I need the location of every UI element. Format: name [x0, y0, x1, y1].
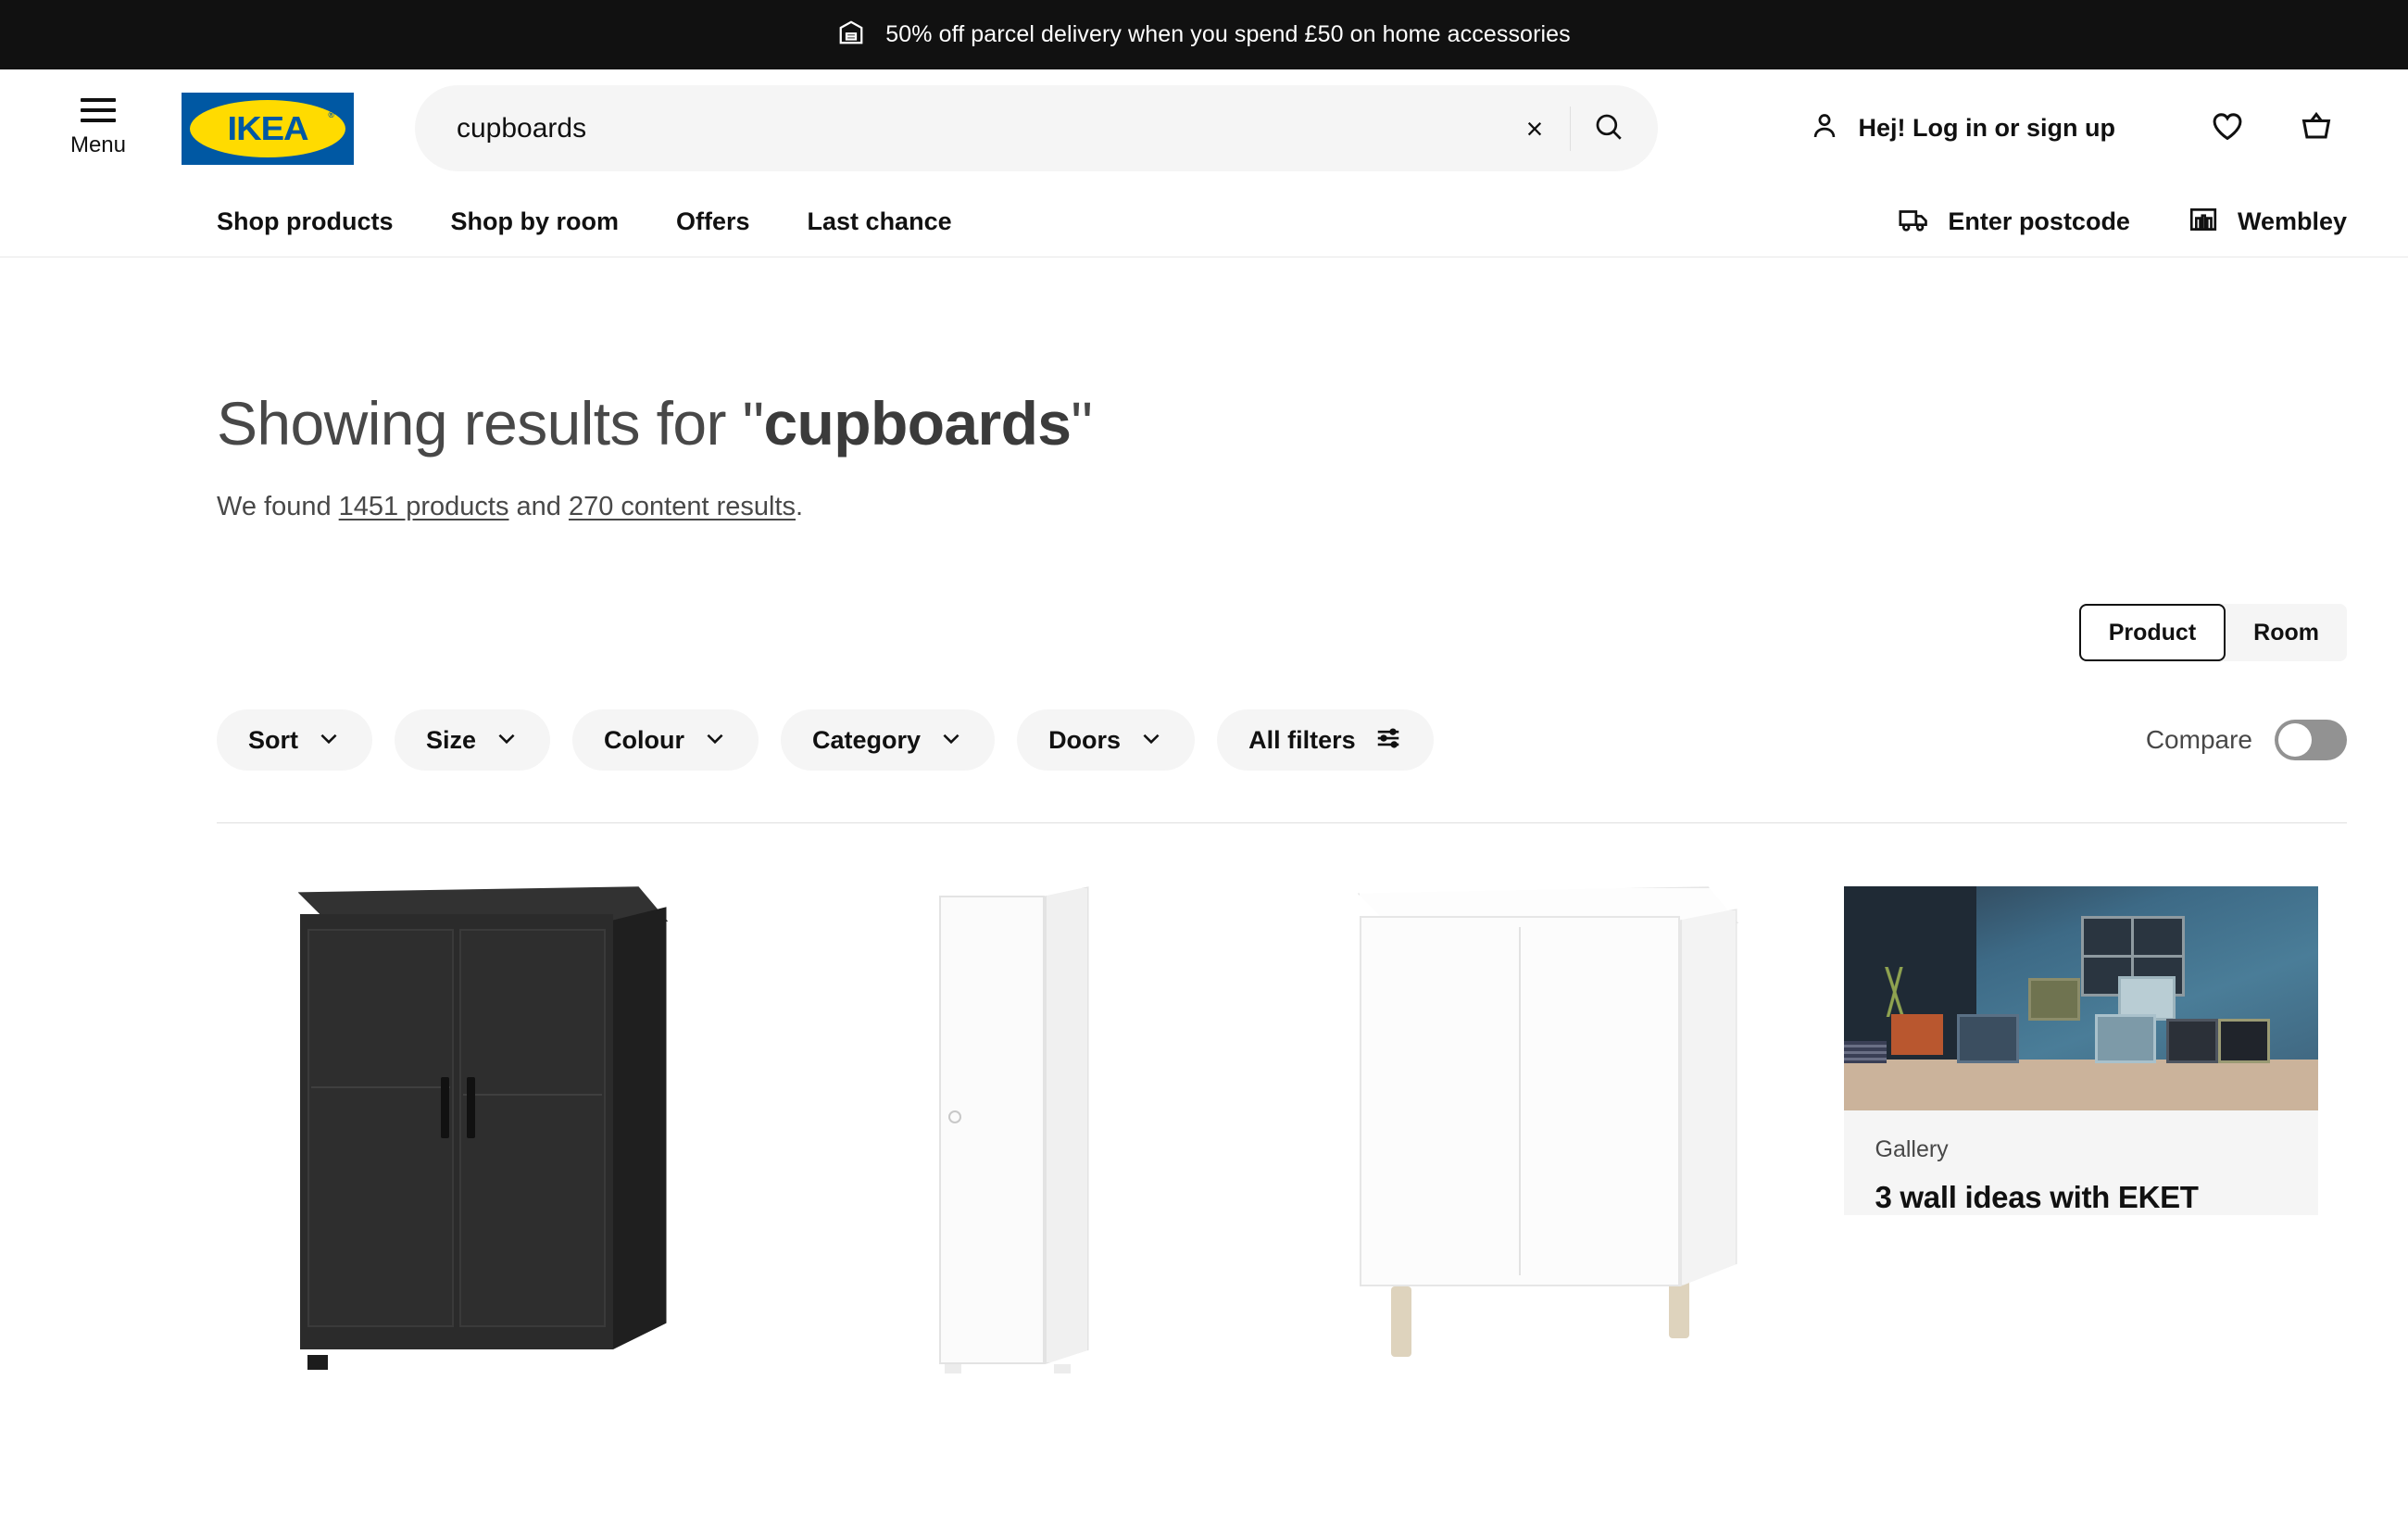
store-label: Wembley	[2237, 207, 2347, 235]
gallery-image	[1843, 886, 2318, 1111]
account-login-link[interactable]: Hej! Log in or sign up	[1809, 110, 2115, 146]
site-header: Menu IKEA ® ×	[0, 69, 2408, 187]
page-title-prefix: Showing results for "	[217, 389, 764, 458]
filter-size-label: Size	[426, 725, 477, 754]
gallery-card[interactable]: Gallery 3 wall ideas with EKET	[1814, 886, 2347, 1405]
filter-size[interactable]: Size	[395, 709, 551, 771]
gallery-title: 3 wall ideas with EKET	[1875, 1180, 2199, 1215]
results-grid: Gallery 3 wall ideas with EKET	[217, 886, 2347, 1405]
compare-control: Compare	[2145, 720, 2347, 761]
product-card[interactable]	[1282, 886, 1814, 1405]
content-results-link[interactable]: 270 content results	[569, 492, 796, 521]
filter-sort-label: Sort	[248, 725, 298, 754]
clear-search-button[interactable]: ×	[1509, 103, 1561, 155]
chevron-down-icon	[939, 726, 963, 755]
filter-colour[interactable]: Colour	[572, 709, 759, 771]
search-results-page: Showing results for "cupboards" We found…	[0, 389, 2408, 1405]
heart-icon	[2210, 108, 2245, 148]
store-icon	[2188, 204, 2219, 240]
delivery-truck-icon	[1898, 204, 1929, 240]
parcel-icon	[837, 19, 865, 51]
promo-banner: 50% off parcel delivery when you spend £…	[0, 0, 2408, 69]
nav-link-offers[interactable]: Offers	[676, 207, 750, 236]
view-toggle-product[interactable]: Product	[2078, 604, 2226, 662]
filter-row: Sort Size Colour Category Doors All filt…	[217, 709, 2347, 771]
filter-sort[interactable]: Sort	[217, 709, 372, 771]
compare-toggle[interactable]	[2275, 720, 2347, 761]
header-actions: Hej! Log in or sign up	[1809, 98, 2347, 159]
chevron-down-icon	[703, 726, 727, 755]
page-title-suffix: "	[1071, 389, 1093, 458]
hamburger-icon	[81, 98, 116, 122]
chevron-down-icon	[495, 726, 519, 755]
nav-link-shop-by-room[interactable]: Shop by room	[451, 207, 620, 236]
enter-postcode-button[interactable]: Enter postcode	[1898, 204, 2130, 240]
menu-button[interactable]: Menu	[56, 98, 141, 158]
count-prefix: We found	[217, 492, 339, 522]
compare-label: Compare	[2145, 725, 2252, 755]
filter-colour-label: Colour	[604, 725, 685, 754]
promo-text: 50% off parcel delivery when you spend £…	[885, 21, 1571, 47]
products-count-link[interactable]: 1451 products	[339, 492, 509, 521]
ikea-logo-text: IKEA	[227, 108, 309, 147]
cart-button[interactable]	[2286, 98, 2347, 159]
search-divider	[1570, 106, 1571, 151]
chevron-down-icon	[317, 726, 341, 755]
tall-white-cabinet-image	[938, 886, 1093, 1374]
gallery-kicker: Gallery	[1875, 1136, 1949, 1163]
product-card[interactable]	[749, 886, 1282, 1405]
page-title-query: cupboards	[763, 389, 1072, 458]
count-middle: and	[508, 492, 569, 522]
filter-doors-label: Doors	[1048, 725, 1122, 754]
view-toggle-room[interactable]: Room	[2226, 604, 2347, 662]
view-toggle: Product Room	[2078, 604, 2347, 662]
filter-category-label: Category	[812, 725, 922, 754]
menu-label: Menu	[69, 132, 127, 157]
nav-links: Shop products Shop by room Offers Last c…	[217, 207, 1010, 236]
filter-all-filters[interactable]: All filters	[1217, 709, 1434, 771]
nav-link-shop-products[interactable]: Shop products	[217, 207, 394, 236]
white-cabinet-legs-image	[1354, 886, 1743, 1359]
search-bar: ×	[415, 85, 1658, 171]
filters-divider	[217, 822, 2347, 824]
sliders-icon	[1374, 724, 1402, 757]
store-selector-button[interactable]: Wembley	[2188, 204, 2347, 240]
chevron-down-icon	[1139, 726, 1163, 755]
shopping-basket-icon	[2299, 108, 2334, 148]
page-title: Showing results for "cupboards"	[217, 389, 2347, 458]
view-toggle-row: Product Room	[217, 604, 2347, 662]
search-icon	[1593, 111, 1624, 145]
dark-cabinet-image	[295, 886, 672, 1371]
search-submit-button[interactable]	[1580, 100, 1637, 157]
nav-link-last-chance[interactable]: Last chance	[808, 207, 952, 236]
person-icon	[1809, 110, 1840, 146]
filter-doors[interactable]: Doors	[1017, 709, 1196, 771]
compare-toggle-knob	[2278, 723, 2312, 758]
postcode-label: Enter postcode	[1948, 207, 2130, 235]
account-label: Hej! Log in or sign up	[1858, 114, 2115, 142]
nav-right-actions: Enter postcode Wembley	[1898, 204, 2347, 240]
wishlist-button[interactable]	[2197, 98, 2258, 159]
registered-mark: ®	[328, 109, 334, 119]
main-navigation: Shop products Shop by room Offers Last c…	[0, 187, 2408, 257]
count-suffix: .	[796, 492, 804, 522]
results-count: We found 1451 products and 270 content r…	[217, 492, 2347, 522]
filter-all-filters-label: All filters	[1248, 725, 1356, 754]
filter-category[interactable]: Category	[781, 709, 996, 771]
search-input[interactable]	[457, 112, 1509, 144]
product-card[interactable]	[217, 886, 749, 1405]
ikea-logo[interactable]: IKEA ®	[182, 92, 354, 165]
